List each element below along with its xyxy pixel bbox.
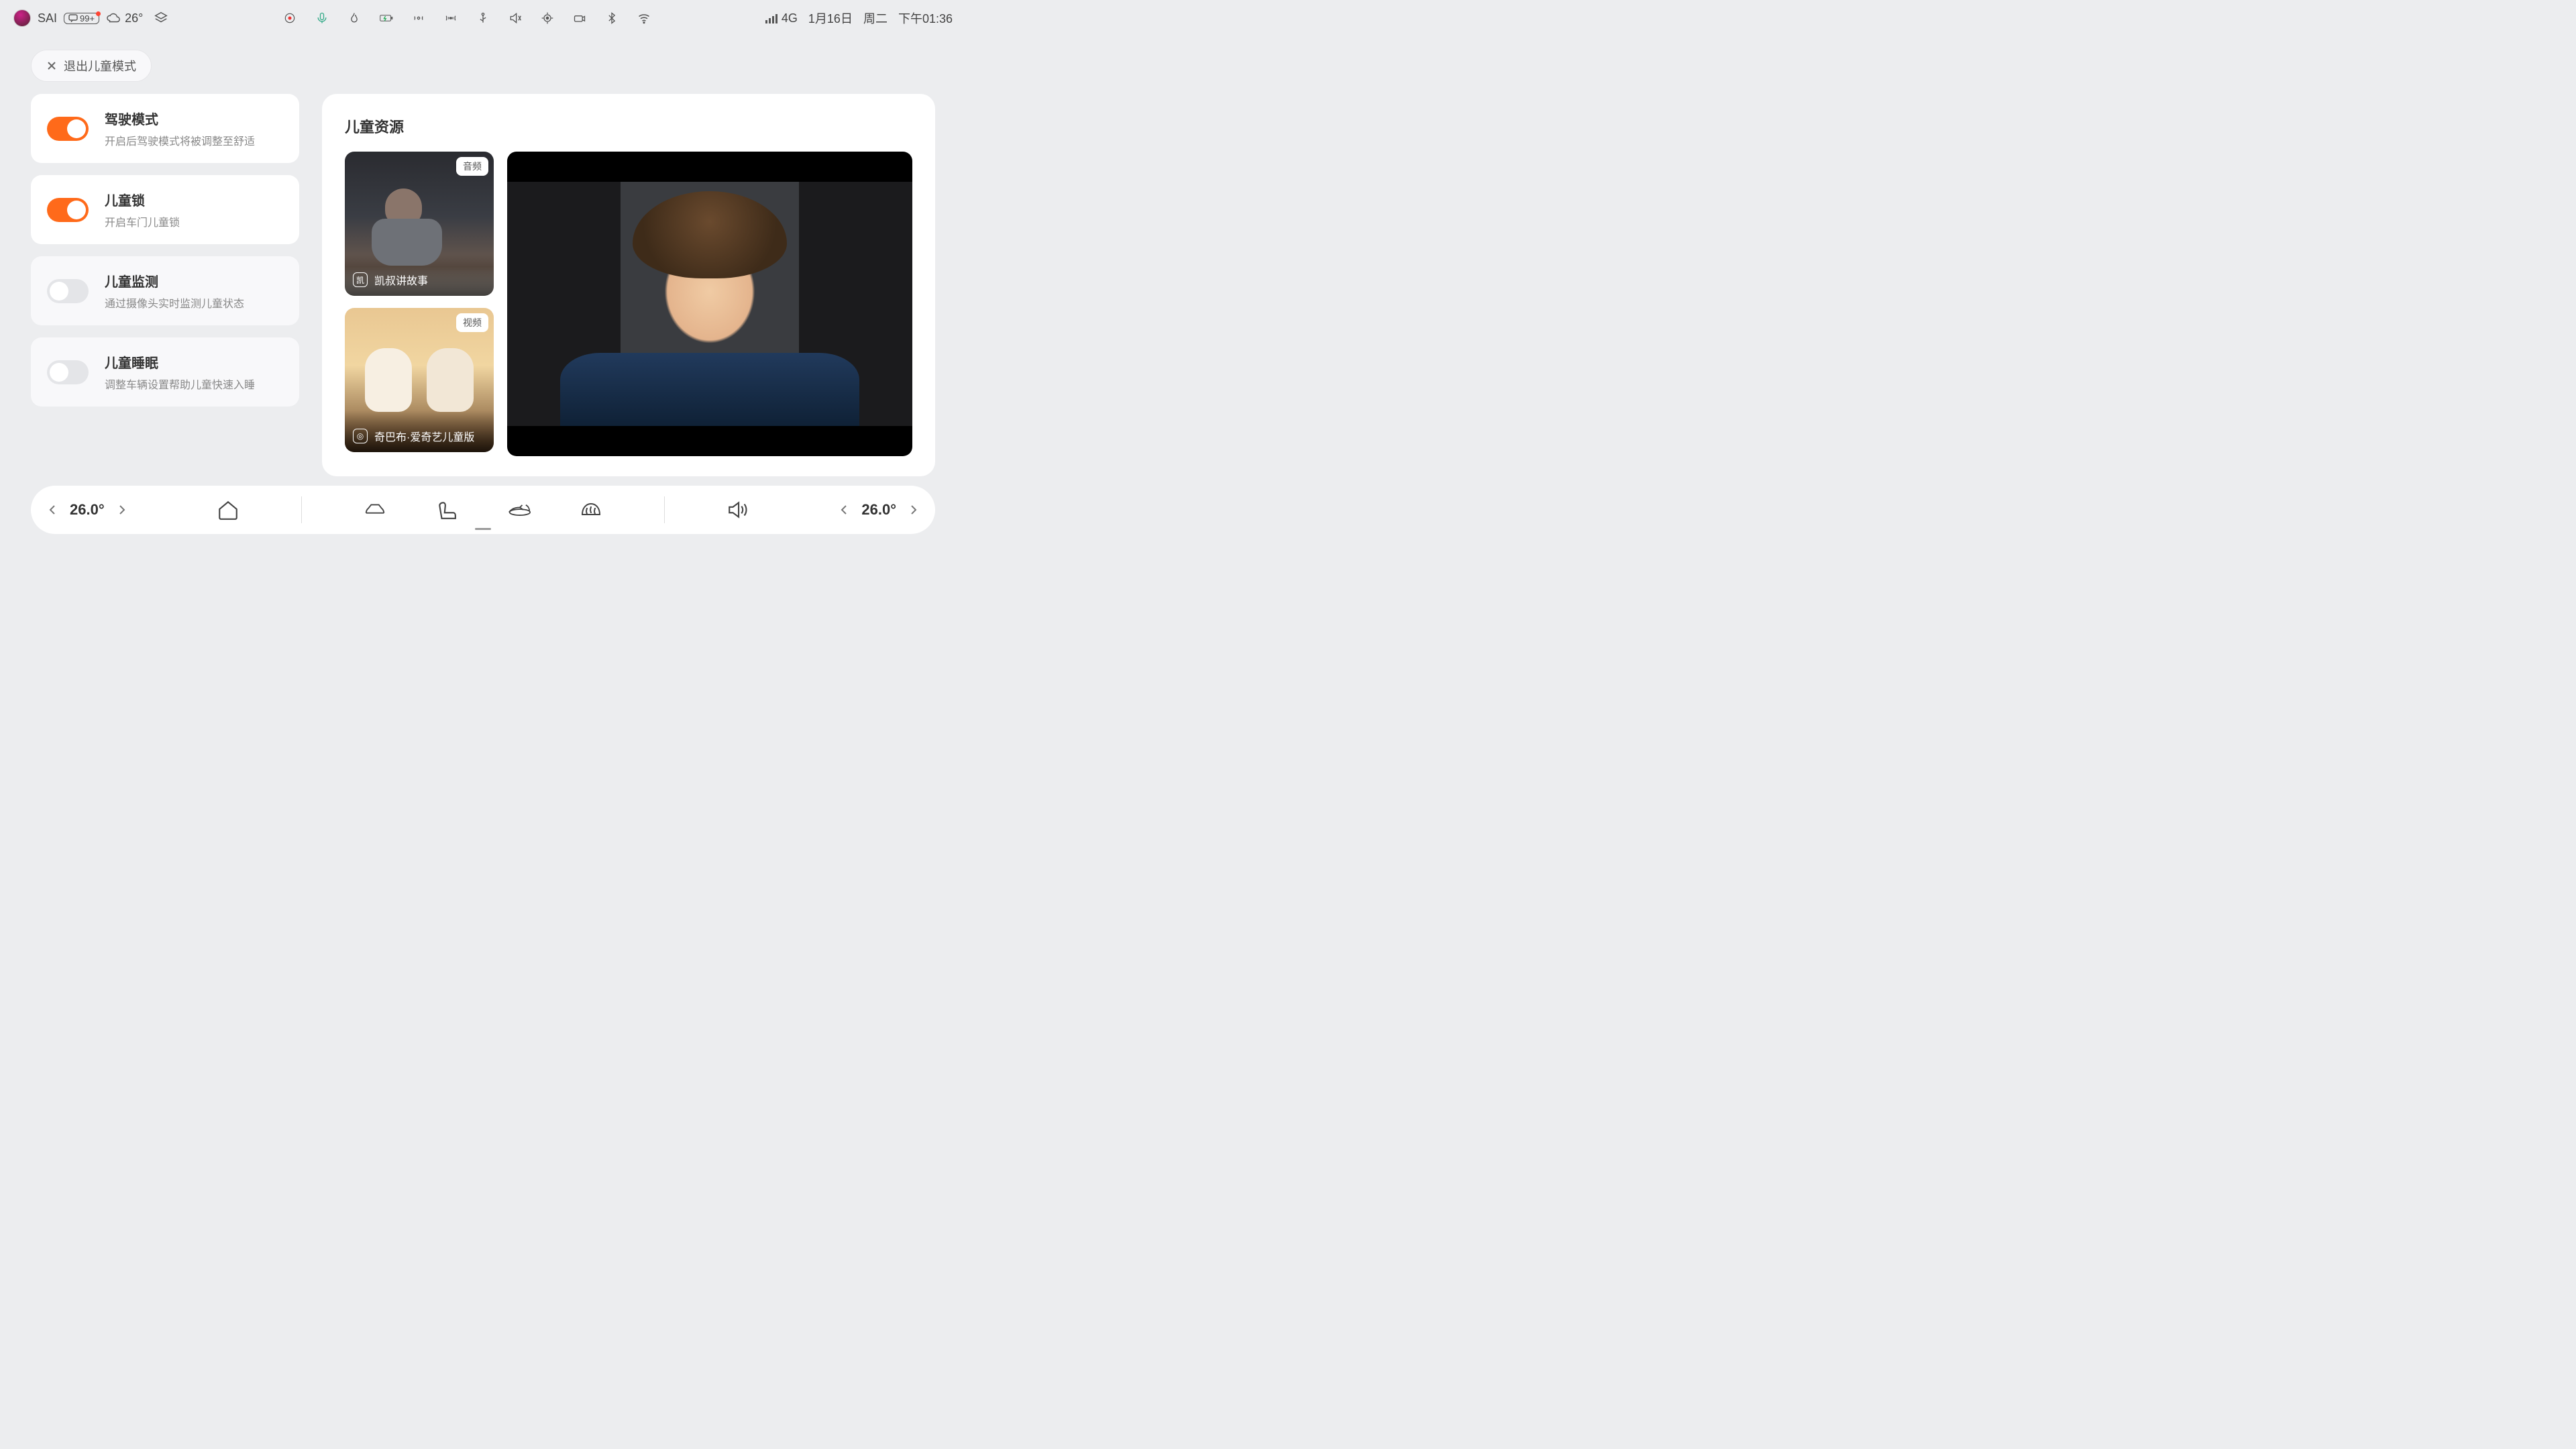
resource-chip-icon: ◎ [353, 429, 368, 443]
switch-child-lock[interactable] [47, 198, 89, 222]
switch-child-monitor[interactable] [47, 279, 89, 303]
weather-widget[interactable]: 26° [106, 11, 143, 25]
message-count: 99+ [80, 13, 95, 23]
switch-drive-mode[interactable] [47, 117, 89, 141]
toggle-child-lock[interactable]: 儿童锁 开启车门儿童锁 [31, 175, 299, 244]
home-icon[interactable] [217, 500, 239, 520]
toggle-subtitle: 开启车门儿童锁 [105, 213, 180, 229]
switch-child-sleep[interactable] [47, 360, 89, 384]
chevron-right-icon[interactable] [117, 504, 127, 515]
car-icon[interactable] [364, 500, 386, 520]
resource-tag: 视频 [456, 313, 488, 332]
resource-tag: 音频 [456, 157, 488, 176]
volume-icon[interactable] [727, 500, 749, 520]
child-resource-panel: 儿童资源 音频 凯 凯叔讲故事 视频 ◎ 奇巴布·爱奇艺儿童版 [322, 94, 935, 476]
toggle-title: 儿童睡眠 [105, 352, 255, 372]
toggle-drive-mode[interactable]: 驾驶模式 开启后驾驶模式将被调整至舒适 [31, 94, 299, 163]
usb-icon[interactable] [476, 11, 490, 25]
mic-icon[interactable] [315, 11, 329, 25]
dock-divider [664, 496, 665, 523]
layers-icon[interactable] [154, 11, 168, 25]
signal-icon [765, 13, 779, 23]
seat-icon[interactable] [435, 500, 458, 520]
camera-feed[interactable] [507, 152, 912, 456]
exit-child-mode-button[interactable]: 退出儿童模式 [31, 50, 152, 82]
toggle-title: 驾驶模式 [105, 109, 255, 128]
settings-toggle-list: 驾驶模式 开启后驾驶模式将被调整至舒适 儿童锁 开启车门儿童锁 儿童监测 通过摄… [31, 94, 299, 476]
defrost-icon[interactable] [580, 500, 602, 520]
resource-chip-icon: 凯 [353, 272, 368, 287]
toggle-subtitle: 通过摄像头实时监测儿童状态 [105, 294, 244, 311]
left-temp-value: 26.0° [70, 501, 105, 519]
cloud-icon [106, 11, 121, 25]
flame-icon[interactable] [347, 11, 361, 25]
toggle-subtitle: 调整车辆设置帮助儿童快速入睡 [105, 376, 255, 392]
right-temp-control[interactable]: 26.0° [839, 501, 919, 519]
resource-label: 凯叔讲故事 [374, 272, 428, 288]
exit-label: 退出儿童模式 [64, 57, 136, 74]
wifi-icon[interactable] [637, 11, 651, 25]
hotspot-icon[interactable] [412, 11, 425, 25]
resource-card-video[interactable]: 视频 ◎ 奇巴布·爱奇艺儿童版 [345, 308, 494, 452]
battery-charging-icon[interactable] [380, 11, 393, 25]
toggle-title: 儿童监测 [105, 271, 244, 290]
bluetooth-icon[interactable] [605, 11, 619, 25]
mute-icon[interactable] [508, 11, 522, 25]
dock-divider [301, 496, 302, 523]
time-label: 下午01:36 [898, 9, 953, 27]
chevron-left-icon[interactable] [47, 504, 58, 515]
chevron-right-icon[interactable] [908, 504, 919, 515]
dashcam-icon[interactable] [573, 11, 586, 25]
toggle-subtitle: 开启后驾驶模式将被调整至舒适 [105, 132, 255, 148]
record-icon[interactable] [283, 11, 297, 25]
toggle-child-monitor[interactable]: 儿童监测 通过摄像头实时监测儿童状态 [31, 256, 299, 325]
resource-title: 儿童资源 [345, 115, 912, 137]
left-temp-control[interactable]: 26.0° [47, 501, 127, 519]
close-icon [46, 60, 57, 71]
location-icon[interactable] [541, 11, 554, 25]
weekday-label: 周二 [863, 9, 888, 27]
bottom-dock: 26.0° 26.0° [31, 486, 935, 534]
broadcast-icon[interactable] [444, 11, 458, 25]
date-label: 1月16日 [808, 9, 853, 27]
chevron-left-icon[interactable] [839, 504, 849, 515]
signal-label: 4G [765, 11, 798, 25]
user-name: SAI [38, 11, 57, 25]
dock-indicator [475, 528, 491, 530]
resource-card-audio[interactable]: 音频 凯 凯叔讲故事 [345, 152, 494, 296]
user-avatar[interactable] [13, 9, 31, 27]
right-temp-value: 26.0° [861, 501, 896, 519]
resource-label: 奇巴布·爱奇艺儿童版 [374, 428, 474, 444]
toggle-title: 儿童锁 [105, 190, 180, 209]
message-badge[interactable]: 99+ [64, 13, 99, 24]
air-flow-icon[interactable] [508, 500, 531, 520]
weather-temp: 26° [125, 11, 143, 25]
toggle-child-sleep[interactable]: 儿童睡眠 调整车辆设置帮助儿童快速入睡 [31, 337, 299, 407]
status-bar: SAI 99+ 26° 4G 1月16日 周二 下午01:36 [0, 0, 966, 36]
